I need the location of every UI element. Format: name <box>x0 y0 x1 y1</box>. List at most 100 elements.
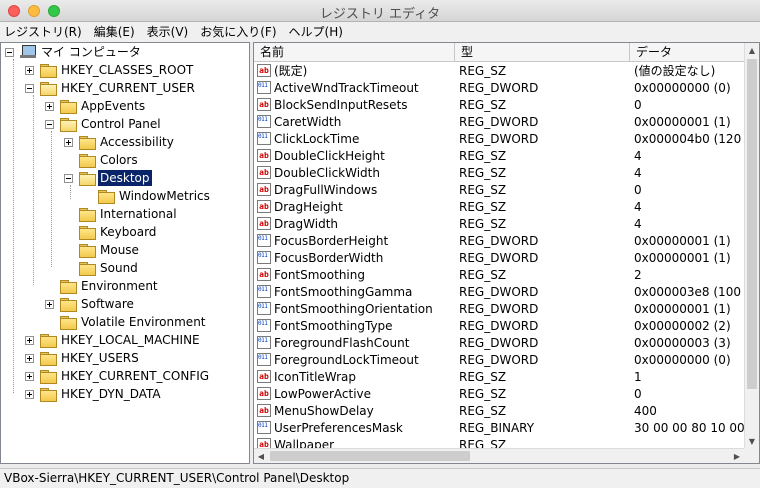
tree-item-my-computer[interactable]: マイ コンピュータ <box>5 43 143 61</box>
menu-favorites[interactable]: お気に入り(F) <box>194 22 282 42</box>
scroll-up-icon[interactable]: ▲ <box>745 43 759 57</box>
table-row[interactable]: ab LowPowerActive REG_SZ 0 <box>254 385 744 402</box>
value-name: CaretWidth <box>274 114 342 129</box>
table-row[interactable]: ab MenuShowDelay REG_SZ 400 <box>254 402 744 419</box>
scroll-down-icon[interactable]: ▼ <box>745 434 759 448</box>
menu-help[interactable]: ヘルプ(H) <box>283 22 349 42</box>
tree-item-software[interactable]: Software <box>45 295 136 313</box>
value-data-cell: 0x00000000 (0) <box>634 80 731 95</box>
value-data-cell: 4 <box>634 199 642 214</box>
binary-value-icon: 011 110 <box>257 421 271 434</box>
value-data-cell: 1 <box>634 369 642 384</box>
tree-item-sound[interactable]: Sound <box>79 259 140 277</box>
tree-item-accessibility[interactable]: Accessibility <box>64 133 176 151</box>
table-row[interactable]: 011 110ForegroundLockTimeout REG_DWORD 0x0… <box>254 351 744 368</box>
table-row[interactable]: 011 110CaretWidth REG_DWORD 0x00000001 (1) <box>254 113 744 130</box>
scroll-left-icon[interactable]: ◀ <box>254 449 268 463</box>
column-header-data[interactable]: データ <box>630 43 744 62</box>
tree-item-colors[interactable]: Colors <box>64 151 140 169</box>
column-header-name[interactable]: 名前 <box>254 43 455 62</box>
tree-item-label: HKEY_CURRENT_USER <box>61 81 195 95</box>
string-value-icon: ab <box>257 183 271 196</box>
tree-item-hkey-local-machine[interactable]: HKEY_LOCAL_MACHINE <box>25 331 202 349</box>
table-row[interactable]: ab DragWidth REG_SZ 4 <box>254 215 744 232</box>
table-row[interactable]: 011 110ActiveWndTrackTimeout REG_DWORD 0x0… <box>254 79 744 96</box>
scroll-right-icon[interactable]: ▶ <box>730 449 744 463</box>
tree-item-hkey-classes-root[interactable]: HKEY_CLASSES_ROOT <box>25 61 195 79</box>
tree-item-label: Environment <box>81 279 158 293</box>
table-row[interactable]: 011 110FocusBorderHeight REG_DWORD 0x00000… <box>254 232 744 249</box>
expand-icon[interactable] <box>25 65 34 75</box>
expand-icon[interactable] <box>64 137 73 147</box>
tree-item-appevents[interactable]: AppEvents <box>45 97 147 115</box>
dword-value-icon: 011 110 <box>257 302 271 315</box>
collapse-icon[interactable] <box>5 47 14 57</box>
menu-edit[interactable]: 編集(E) <box>88 22 141 42</box>
table-row[interactable]: ab IconTitleWrap REG_SZ 1 <box>254 368 744 385</box>
value-data-cell: 4 <box>634 216 642 231</box>
table-row[interactable]: 011 110FontSmoothingType REG_DWORD 0x00000… <box>254 317 744 334</box>
expand-icon[interactable] <box>45 299 54 309</box>
expand-icon[interactable] <box>45 101 54 111</box>
status-bar-path: VBox-Sierra\HKEY_CURRENT_USER\Control Pa… <box>0 468 760 488</box>
values-list[interactable]: 名前 型 データ ab(既定)REG_SZ(値の設定なし)011 110Acti… <box>253 42 760 464</box>
folder-icon <box>40 388 57 402</box>
table-row[interactable]: ab FontSmoothing REG_SZ 2 <box>254 266 744 283</box>
folder-icon <box>60 100 77 114</box>
vertical-scroll-thumb[interactable] <box>747 59 757 389</box>
folder-icon <box>40 370 57 384</box>
tree-item-windowmetrics[interactable]: WindowMetrics <box>98 187 212 205</box>
menu-registry[interactable]: レジストリ(R) <box>0 22 88 42</box>
table-row[interactable]: 011 110FontSmoothingGamma REG_DWORD 0x0000… <box>254 283 744 300</box>
value-name: DoubleClickWidth <box>274 165 380 180</box>
table-row[interactable]: ab (既定) REG_SZ (値の設定なし) <box>254 62 744 79</box>
expand-icon[interactable] <box>25 335 34 345</box>
value-name: FontSmoothingType <box>274 318 393 333</box>
tree-item-label: HKEY_USERS <box>61 351 139 365</box>
tree-item-desktop[interactable]: Desktop <box>64 169 153 187</box>
vertical-scrollbar[interactable]: ▲ ▼ <box>744 43 759 448</box>
value-type-cell: REG_DWORD <box>459 284 539 299</box>
tree-item-environment[interactable]: Environment <box>60 277 160 295</box>
table-row[interactable]: 011 110UserPreferencesMask REG_BINARY 30 0… <box>254 419 744 436</box>
table-row[interactable]: 011 110FontSmoothingOrientation REG_DWORD… <box>254 300 744 317</box>
table-row[interactable]: ab DoubleClickWidth REG_SZ 4 <box>254 164 744 181</box>
table-row[interactable]: ab BlockSendInputResets REG_SZ 0 <box>254 96 744 113</box>
tree-item-keyboard[interactable]: Keyboard <box>79 223 158 241</box>
tree-item-hkey-users[interactable]: HKEY_USERS <box>25 349 141 367</box>
tree-item-mouse[interactable]: Mouse <box>79 241 141 259</box>
column-header-type[interactable]: 型 <box>455 43 630 62</box>
value-type-cell: REG_DWORD <box>459 352 539 367</box>
horizontal-scroll-thumb[interactable] <box>270 451 470 461</box>
tree-item-hkey-current-config[interactable]: HKEY_CURRENT_CONFIG <box>25 367 211 385</box>
folder-icon <box>79 136 96 150</box>
table-row[interactable]: ab DoubleClickHeight REG_SZ 4 <box>254 147 744 164</box>
table-row[interactable]: ab DragHeight REG_SZ 4 <box>254 198 744 215</box>
tree-item-hkey-current-user[interactable]: HKEY_CURRENT_USER <box>25 79 197 97</box>
folder-icon <box>60 280 77 294</box>
table-row[interactable]: 011 110FocusBorderWidth REG_DWORD 0x000000… <box>254 249 744 266</box>
collapse-icon[interactable] <box>45 119 54 129</box>
tree-item-label: HKEY_CURRENT_CONFIG <box>61 369 210 383</box>
expand-icon[interactable] <box>25 371 34 381</box>
collapse-icon[interactable] <box>25 83 34 93</box>
value-data-cell: 2 <box>634 267 642 282</box>
tree-item-international[interactable]: International <box>79 205 179 223</box>
collapse-icon[interactable] <box>64 173 73 183</box>
expand-icon[interactable] <box>25 353 34 363</box>
table-row[interactable]: 011 110ClickLockTime REG_DWORD 0x000004b0 … <box>254 130 744 147</box>
expand-icon[interactable] <box>25 389 34 399</box>
tree-item-volatile-environment[interactable]: Volatile Environment <box>60 313 208 331</box>
registry-tree[interactable]: マイ コンピュータ HKEY_CLASSES_ROOT HKEY_CURRENT… <box>0 42 250 464</box>
tree-item-control-panel[interactable]: Control Panel <box>45 115 163 133</box>
tree-item-hkey-dyn-data[interactable]: HKEY_DYN_DATA <box>25 385 163 403</box>
table-row[interactable]: ab DragFullWindows REG_SZ 0 <box>254 181 744 198</box>
value-data-cell: 0x00000003 (3) <box>634 335 731 350</box>
table-row[interactable]: 011 110ForegroundFlashCount REG_DWORD 0x00… <box>254 334 744 351</box>
string-value-icon: ab <box>257 200 271 213</box>
folder-icon <box>60 316 77 330</box>
open-folder-icon <box>60 118 77 132</box>
menu-view[interactable]: 表示(V) <box>141 22 195 42</box>
value-type-cell: REG_DWORD <box>459 318 539 333</box>
horizontal-scrollbar[interactable]: ◀ ▶ <box>254 448 744 463</box>
